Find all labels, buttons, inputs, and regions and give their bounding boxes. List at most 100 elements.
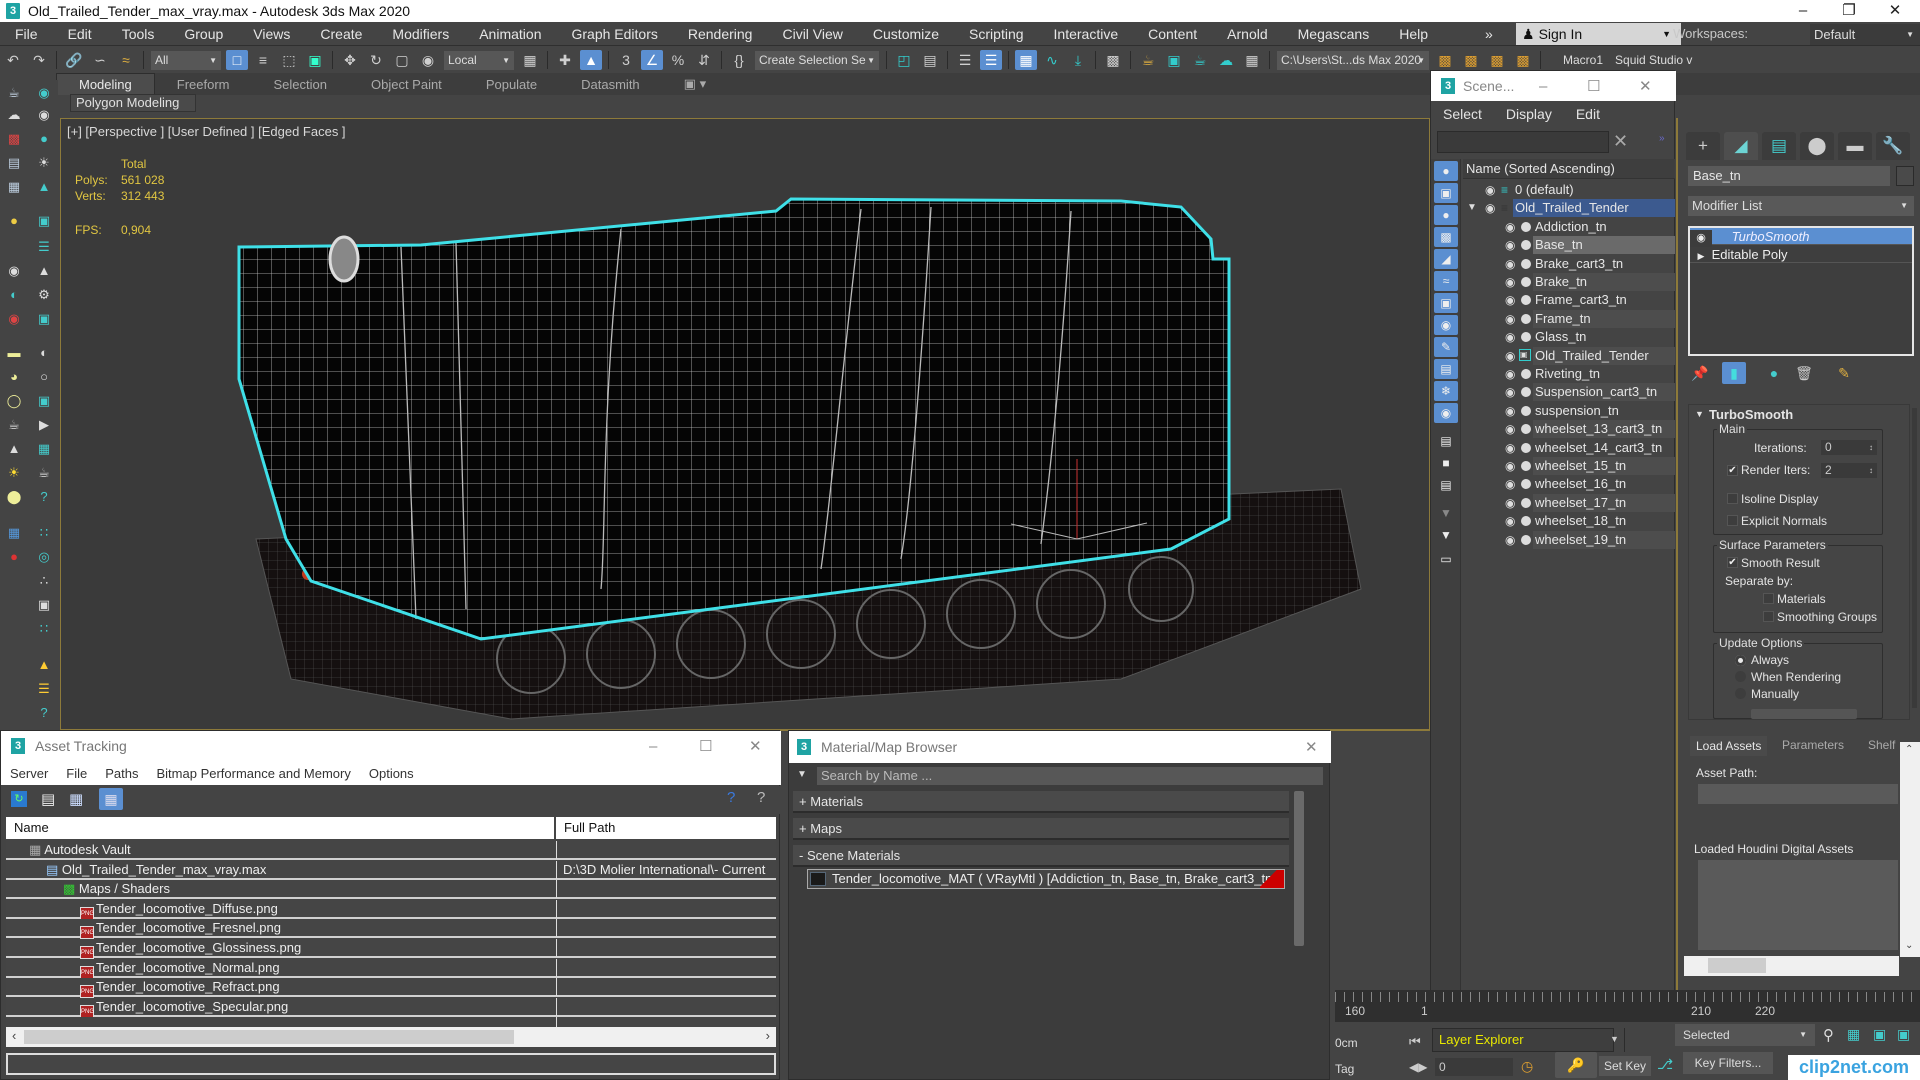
render-setup-icon[interactable]: ☕ bbox=[1137, 50, 1159, 70]
scroll-up-icon[interactable]: ⌃ bbox=[1905, 744, 1913, 755]
tab-populate[interactable]: Populate bbox=[464, 74, 559, 95]
rendered-frame-window-icon[interactable]: ▣ bbox=[1163, 50, 1185, 70]
region-icon[interactable]: ▦ bbox=[34, 440, 54, 458]
modifier-list-dropdown[interactable]: Modifier List ▼ bbox=[1688, 196, 1914, 216]
viewport-perspective[interactable]: [+] [Perspective ] [User Defined ] [Edge… bbox=[60, 118, 1430, 730]
scene-object-row[interactable]: ◉ Base_tn bbox=[1463, 236, 1675, 255]
asset-row[interactable]: ▩ Maps / Shaders bbox=[6, 880, 776, 900]
asset-row[interactable]: PNG Tender_locomotive_Specular.png bbox=[6, 997, 776, 1018]
scroll-left-icon[interactable]: ‹ bbox=[12, 1028, 16, 1043]
move-icon[interactable]: ✥ bbox=[339, 50, 361, 70]
menu-edit[interactable]: Edit bbox=[1564, 106, 1612, 122]
light-source-icon[interactable]: ◐ bbox=[4, 286, 24, 304]
search-by-name-input[interactable]: Search by Name ... bbox=[817, 767, 1323, 785]
zoom-extents-all-icon[interactable]: ▣ bbox=[1897, 1026, 1910, 1043]
menu-edit[interactable]: Edit bbox=[53, 26, 107, 42]
table-view-icon[interactable]: ▦ bbox=[99, 788, 123, 810]
asset-row[interactable]: PNG Tender_locomotive_Normal.png bbox=[6, 958, 776, 979]
scroll-down-icon[interactable]: ⌄ bbox=[1905, 940, 1913, 951]
scale-icon[interactable]: ▢ bbox=[391, 50, 413, 70]
menu-bitmap-performance[interactable]: Bitmap Performance and Memory bbox=[148, 766, 360, 781]
horizontal-scrollbar[interactable]: ‹ › bbox=[6, 1027, 776, 1047]
visibility-eye-icon[interactable]: ◉ bbox=[1505, 218, 1515, 236]
light-bulb-icon[interactable]: ● bbox=[34, 130, 54, 148]
menu-customize[interactable]: Customize bbox=[858, 26, 954, 42]
restore-button[interactable]: ❐ bbox=[1826, 0, 1872, 22]
edit-named-selection-icon[interactable]: {} bbox=[728, 50, 750, 70]
scene-object-row[interactable]: ◉ wheelset_19_tn bbox=[1463, 530, 1675, 549]
motion-tab-icon[interactable]: ⬤ bbox=[1800, 132, 1834, 160]
camera-small-icon[interactable]: ◉ bbox=[4, 262, 24, 280]
minimize-button[interactable]: – bbox=[1780, 0, 1826, 22]
help-icon[interactable]: ? bbox=[34, 488, 54, 506]
forest-icon[interactable]: ▲ bbox=[34, 656, 54, 674]
list-icon[interactable]: ☰ bbox=[34, 238, 54, 256]
menu-megascans[interactable]: Megascans bbox=[1283, 26, 1385, 42]
sunlight-icon[interactable]: ☀ bbox=[4, 464, 24, 482]
reference-coordinate-dropdown[interactable]: Local ▼ bbox=[444, 50, 514, 70]
clear-search-icon[interactable]: ✕ bbox=[1613, 131, 1628, 152]
zoom-icon[interactable]: ⚲ bbox=[1823, 1026, 1834, 1044]
tab-freeform[interactable]: Freeform bbox=[155, 74, 252, 95]
explicit-normals-checkbox[interactable] bbox=[1727, 515, 1738, 526]
menu-display[interactable]: Display bbox=[1494, 106, 1564, 122]
curve-editor-icon[interactable]: ∿ bbox=[1041, 50, 1063, 70]
category-maps[interactable]: + Maps bbox=[793, 818, 1289, 840]
scene-object-row[interactable]: ◉ wheelset_15_tn bbox=[1463, 457, 1675, 475]
asset-path-input[interactable] bbox=[1698, 784, 1898, 804]
scene-object-row[interactable]: ◉ Suspension_cart3_tn bbox=[1463, 383, 1675, 402]
tender-wireframe-model[interactable] bbox=[61, 119, 1430, 730]
disc-light-icon[interactable]: ◯ bbox=[4, 392, 24, 410]
filter-groups-icon[interactable]: ▣ bbox=[1434, 293, 1458, 313]
select-object-icon[interactable]: □ bbox=[226, 50, 248, 70]
tab-selection[interactable]: Selection bbox=[252, 74, 349, 95]
visibility-eye-icon[interactable]: ◉ bbox=[1505, 402, 1515, 420]
palette-icon[interactable]: ◐ bbox=[34, 344, 54, 362]
refresh-icon[interactable]: ↻ bbox=[11, 791, 27, 807]
dome-light-icon[interactable]: ◕ bbox=[4, 368, 24, 386]
workspace-dropdown[interactable]: Default ▼ bbox=[1810, 24, 1920, 45]
tab-datasmith[interactable]: Datasmith bbox=[559, 74, 662, 95]
vertical-scrollbar[interactable] bbox=[1294, 791, 1304, 946]
project-folder-dropdown[interactable]: C:\Users\St...ds Max 2020 ▼ bbox=[1277, 50, 1429, 70]
configure-modifier-sets-icon[interactable]: ✎ bbox=[1832, 362, 1856, 384]
project-icon-4[interactable]: ▩ bbox=[1512, 50, 1534, 70]
squid-studio-button[interactable]: Squid Studio v bbox=[1615, 53, 1692, 67]
undo-icon[interactable]: ↶ bbox=[2, 50, 24, 70]
time-config-arrows-icon[interactable]: ◀▶ bbox=[1409, 1060, 1427, 1074]
close-button[interactable]: ✕ bbox=[1872, 0, 1918, 22]
eye-icon[interactable]: ◉ bbox=[1690, 230, 1712, 247]
filter-icon[interactable]: ▼ bbox=[1434, 525, 1458, 545]
set-key-mode-icon[interactable]: 🔑 bbox=[1555, 1052, 1597, 1078]
close-button[interactable]: ✕ bbox=[1639, 77, 1652, 95]
asset-row[interactable]: ▦ Autodesk Vault bbox=[6, 841, 776, 860]
sphere-light-icon[interactable]: ⬤ bbox=[4, 488, 24, 506]
snap-grid-icon[interactable]: ∷ bbox=[34, 524, 54, 542]
container-icon[interactable]: ▭ bbox=[1434, 549, 1458, 569]
filter-containers-icon[interactable]: ▤ bbox=[1434, 359, 1458, 379]
window-crossing-icon[interactable]: ▣ bbox=[304, 50, 326, 70]
column-header-full-path[interactable]: Full Path bbox=[556, 817, 776, 839]
help-circle-icon[interactable]: ? bbox=[34, 704, 54, 722]
menu-group[interactable]: Group bbox=[169, 26, 238, 42]
loaded-assets-list[interactable] bbox=[1698, 860, 1898, 950]
stack-item-editable-poly[interactable]: ▶ Editable Poly bbox=[1690, 246, 1912, 263]
scrollbar-thumb[interactable] bbox=[24, 1030, 514, 1044]
menu-modifiers[interactable]: Modifiers bbox=[377, 26, 464, 42]
link-icon[interactable]: 🔗 bbox=[63, 50, 85, 70]
scene-object-row[interactable]: ◉ Riveting_tn bbox=[1463, 365, 1675, 383]
menu-list-icon[interactable]: ☰ bbox=[34, 680, 54, 698]
filter-xrefs-icon[interactable]: ◉ bbox=[1434, 315, 1458, 335]
visibility-eye-icon[interactable]: ◉ bbox=[1505, 457, 1515, 475]
maximize-button[interactable]: ☐ bbox=[699, 737, 712, 755]
display-none-icon[interactable]: ■ bbox=[1434, 453, 1458, 473]
spinner-snap-icon[interactable]: ⇵ bbox=[693, 50, 715, 70]
target-icon[interactable]: ◎ bbox=[34, 548, 54, 566]
visibility-eye-icon[interactable]: ◉ bbox=[1505, 475, 1515, 493]
show-end-result-icon[interactable]: ▮ bbox=[1722, 362, 1746, 384]
menu-file[interactable]: File bbox=[0, 26, 53, 42]
visibility-eye-icon[interactable]: ◉ bbox=[1505, 420, 1515, 438]
filter-lights-icon[interactable]: ● bbox=[1434, 205, 1458, 225]
close-button[interactable]: ✕ bbox=[1305, 738, 1318, 756]
asset-row[interactable]: PNG Tender_locomotive_Refract.png bbox=[6, 978, 776, 999]
